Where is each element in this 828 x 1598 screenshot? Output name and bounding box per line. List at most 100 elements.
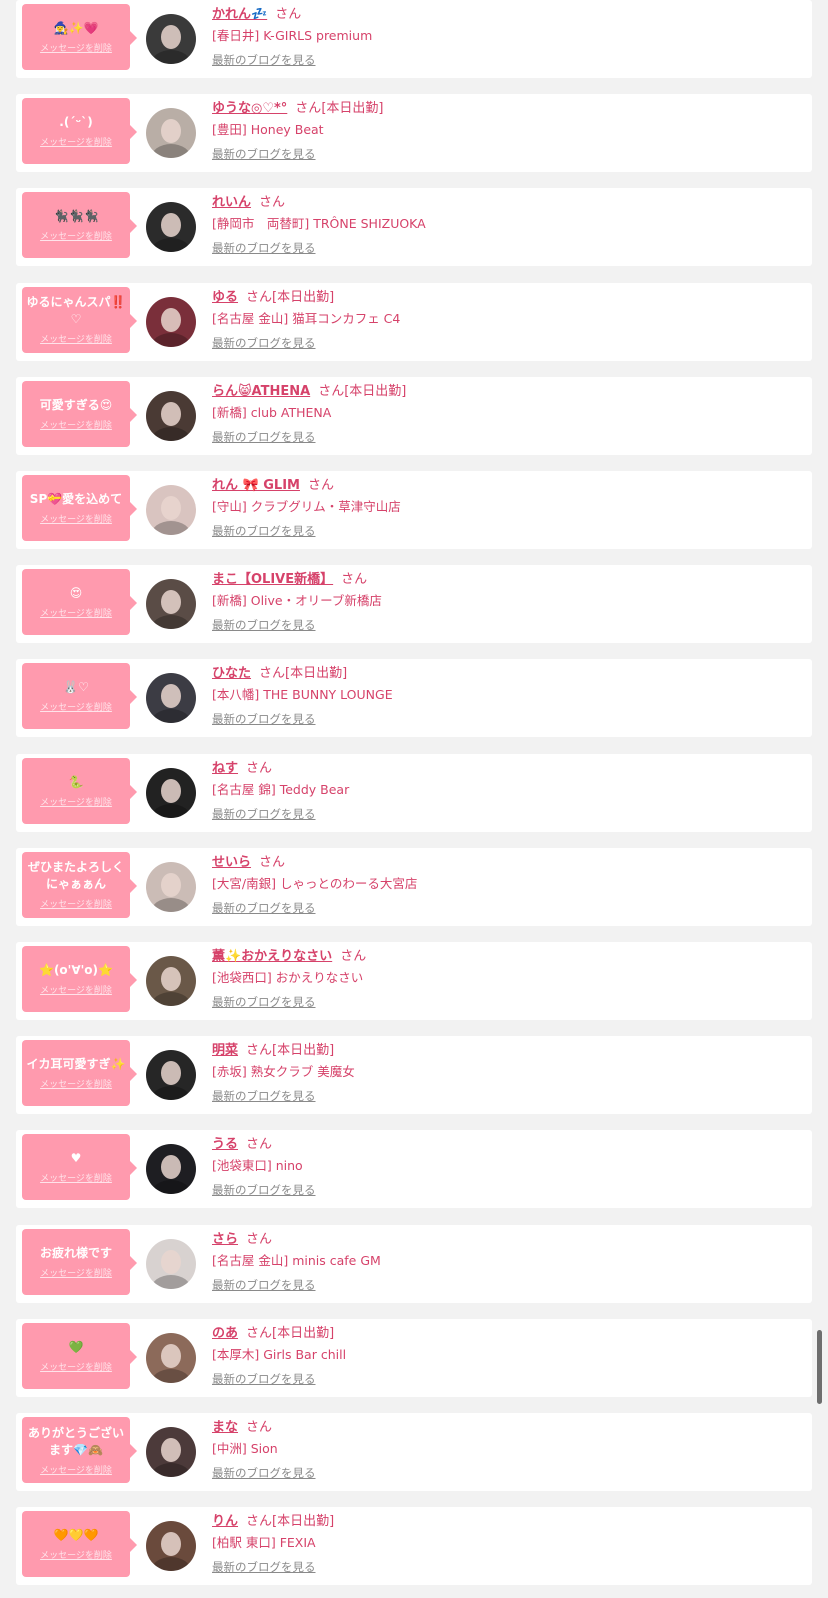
latest-blog-link[interactable]: 最新のブログを見る [212,1465,316,1481]
delete-message-link[interactable]: メッセージを削除 [40,512,112,525]
cast-name-link[interactable]: ゆうな◎♡*° [212,101,287,116]
cast-name-link[interactable]: らん😸ATHENA [212,384,310,399]
message-card: 💚 メッセージを削除 のあ さん[本日出勤] [本厚木] Girls Bar chill… [16,1318,812,1397]
avatar[interactable] [146,108,196,159]
working-today-badge: [本日出勤] [272,1514,335,1530]
shop-name: [赤坂] 熟女クラブ 美魔女 [212,1064,355,1080]
cast-name-link[interactable]: 薫✨おかえりなさい [212,949,332,964]
shop-name: [池袋西口] おかえりなさい [212,970,364,985]
latest-blog-link[interactable]: 最新のブログを見る [212,711,316,727]
message-card: 🐈‍⬛🐈‍⬛🐈‍⬛ メッセージを削除 れいん さん [静岡市 両替町] TRÔNE SH… [16,188,812,267]
cast-name-link[interactable]: れいん [212,195,251,210]
cast-name-link[interactable]: ひなた [212,666,251,681]
cast-name-link[interactable]: ゆる [212,290,238,305]
latest-blog-link[interactable]: 最新のブログを見る [212,429,316,445]
message-card: ぜひまたよろしくにゃぁぁん メッセージを削除 せいら さん [大宮/南銀] しゃっとのわ… [16,847,812,926]
scrollbar[interactable] [817,1330,822,1404]
delete-message-link[interactable]: メッセージを削除 [40,897,112,910]
cast-name-link[interactable]: せいら [212,855,251,870]
honorific: さん [259,854,286,870]
shop-name: [本厚木] Girls Bar chill [212,1346,347,1362]
avatar[interactable] [146,861,196,912]
avatar[interactable] [146,1144,196,1195]
latest-blog-link[interactable]: 最新のブログを見る [212,900,316,916]
avatar[interactable] [146,767,196,818]
latest-blog-link[interactable]: 最新のブログを見る [212,1559,316,1575]
cast-name-link[interactable]: さら [212,1232,238,1247]
latest-blog-link[interactable]: 最新のブログを見る [212,1088,316,1104]
message-card: 🐍 メッセージを削除 ねす さん [名古屋 錦] Teddy Bear 最新のブログを見る [16,753,812,832]
delete-message-link[interactable]: メッセージを削除 [40,229,112,242]
working-today-badge: [本日出勤] [272,289,335,305]
cast-name-link[interactable]: かれん💤 [212,7,267,22]
delete-message-link[interactable]: メッセージを削除 [40,983,112,996]
latest-blog-link[interactable]: 最新のブログを見る [212,1182,316,1198]
message-bubble: 💚 メッセージを削除 [22,1322,137,1389]
entry-info: まな さん [中洲] Sion 最新のブログを見る [212,1417,804,1481]
message-text: 可愛すぎる😍 [39,397,113,412]
delete-message-link[interactable]: メッセージを削除 [40,1266,112,1279]
honorific: さん [246,289,273,305]
message-card: 🧡💛🧡 メッセージを削除 りん さん[本日出勤] [柏駅 東口] FEXIA 最新のブログ… [16,1507,812,1586]
avatar[interactable] [146,390,196,441]
avatar[interactable] [146,14,196,64]
delete-message-link[interactable]: メッセージを削除 [40,135,112,148]
delete-message-link[interactable]: メッセージを削除 [40,1463,112,1476]
message-card: SP💝愛を込めて メッセージを削除 れん 🎀 GLIM さん [守山] クラブグリム・草… [16,471,812,549]
delete-message-link[interactable]: メッセージを削除 [40,1548,112,1561]
avatar[interactable] [146,1050,196,1101]
latest-blog-link[interactable]: 最新のブログを見る [212,52,316,68]
cast-name-link[interactable]: りん [212,1514,238,1529]
delete-message-link[interactable]: メッセージを削除 [40,1360,112,1373]
shop-name: [豊田] Honey Beat [212,122,324,138]
cast-name-link[interactable]: れん 🎀 GLIM [212,478,300,493]
honorific: さん [246,1325,273,1341]
latest-blog-link[interactable]: 最新のブログを見る [212,523,316,539]
delete-message-link[interactable]: メッセージを削除 [40,1171,112,1184]
message-card: イカ耳可愛すぎ✨ メッセージを削除 明菜 さん[本日出勤] [赤坂] 熟女クラブ 美魔女… [16,1036,812,1115]
avatar[interactable] [146,202,196,253]
honorific: さん [246,1137,273,1153]
message-bubble: お疲れ様です メッセージを削除 [22,1228,137,1295]
entry-info: かれん💤 さん [春日井] K-GIRLS premium 最新のブログを見る [212,4,804,68]
message-card: お疲れ様です メッセージを削除 さら さん [名古屋 金山] minis cafe GM… [16,1224,812,1303]
latest-blog-link[interactable]: 最新のブログを見る [212,994,316,1010]
avatar[interactable] [146,1521,196,1572]
avatar[interactable] [146,1332,196,1383]
message-text: 💚 [68,1339,84,1354]
cast-name-link[interactable]: ねす [212,761,238,776]
latest-blog-link[interactable]: 最新のブログを見る [212,806,316,822]
delete-message-link[interactable]: メッセージを削除 [40,332,112,345]
avatar[interactable] [146,485,196,535]
honorific: さん [340,949,367,964]
delete-message-link[interactable]: メッセージを削除 [40,700,112,713]
delete-message-link[interactable]: メッセージを削除 [40,1077,112,1090]
avatar[interactable] [146,296,196,347]
avatar[interactable] [146,956,196,1006]
cast-name-link[interactable]: 明菜 [212,1043,238,1058]
avatar[interactable] [146,1427,196,1477]
latest-blog-link[interactable]: 最新のブログを見る [212,240,316,256]
shop-name: [本八幡] THE BUNNY LOUNGE [212,687,393,703]
delete-message-link[interactable]: メッセージを削除 [40,418,112,431]
latest-blog-link[interactable]: 最新のブログを見る [212,335,316,351]
avatar[interactable] [146,579,196,630]
cast-name-link[interactable]: うる [212,1137,238,1152]
cast-name-link[interactable]: まこ【OLIVE新橋】 [212,572,333,587]
entry-info: さら さん [名古屋 金山] minis cafe GM 最新のブログを見る [212,1229,804,1293]
honorific: さん [275,7,302,22]
cast-name-link[interactable]: まな [212,1420,238,1435]
shop-name: [守山] クラブグリム・草津守山店 [212,499,401,514]
avatar[interactable] [146,1238,196,1289]
delete-message-link[interactable]: メッセージを削除 [40,41,112,54]
avatar[interactable] [146,673,196,724]
shop-name: [春日井] K-GIRLS premium [212,28,373,43]
honorific: さん [259,195,286,211]
delete-message-link[interactable]: メッセージを削除 [40,795,112,808]
latest-blog-link[interactable]: 最新のブログを見る [212,1371,316,1387]
latest-blog-link[interactable]: 最新のブログを見る [212,1277,316,1293]
delete-message-link[interactable]: メッセージを削除 [40,606,112,619]
latest-blog-link[interactable]: 最新のブログを見る [212,617,316,633]
latest-blog-link[interactable]: 最新のブログを見る [212,146,316,162]
cast-name-link[interactable]: のあ [212,1326,238,1341]
